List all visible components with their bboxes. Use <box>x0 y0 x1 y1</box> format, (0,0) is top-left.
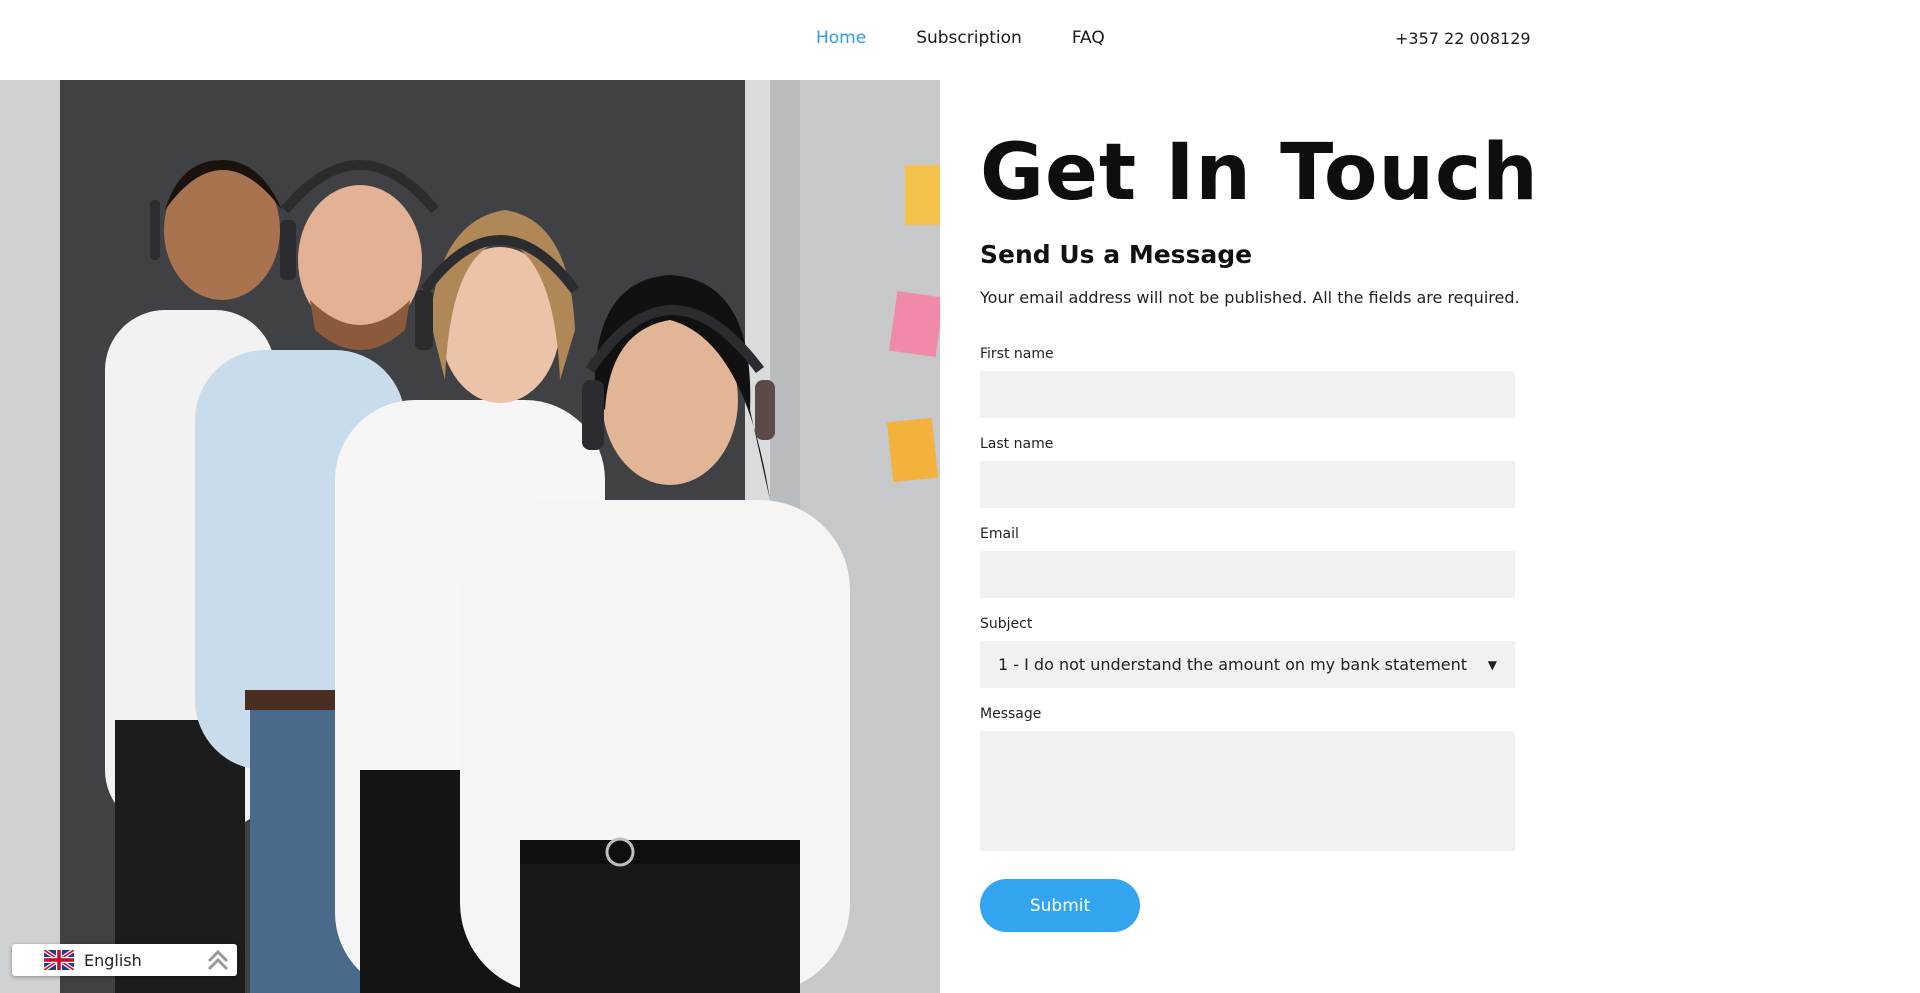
form-subtitle: Send Us a Message <box>980 240 1253 269</box>
page-title: Get In Touch <box>980 128 1539 218</box>
form-note: Your email address will not be published… <box>980 288 1520 307</box>
first-name-label: First name <box>980 346 1054 362</box>
subject-select[interactable]: 1 - I do not understand the amount on my… <box>980 641 1515 688</box>
nav-faq[interactable]: FAQ <box>1072 28 1105 48</box>
email-label: Email <box>980 526 1019 542</box>
nav-subscription[interactable]: Subscription <box>916 28 1022 48</box>
submit-button[interactable]: Submit <box>980 879 1140 932</box>
language-label: English <box>84 950 142 970</box>
language-switcher[interactable]: English <box>12 944 237 976</box>
phone-number[interactable]: +357 22 008129 <box>1395 29 1531 48</box>
chevron-down-icon: ▼ <box>1487 657 1497 672</box>
uk-flag-icon <box>44 950 74 970</box>
double-chevron-up-icon[interactable] <box>205 947 231 973</box>
hero-photo <box>0 80 940 993</box>
message-label: Message <box>980 706 1042 722</box>
message-textarea[interactable] <box>980 731 1515 851</box>
sticky-note <box>905 165 940 225</box>
first-name-field[interactable] <box>980 371 1515 418</box>
support-team-illustration <box>0 80 940 993</box>
last-name-label: Last name <box>980 436 1054 452</box>
last-name-field[interactable] <box>980 461 1515 508</box>
nav-home[interactable]: Home <box>816 28 866 48</box>
subject-label: Subject <box>980 616 1033 632</box>
email-field[interactable] <box>980 551 1515 598</box>
main-nav: Home Subscription FAQ <box>816 28 1105 48</box>
top-header: Home Subscription FAQ +357 22 008129 <box>0 0 1920 80</box>
subject-selected-value: 1 - I do not understand the amount on my… <box>998 655 1468 674</box>
